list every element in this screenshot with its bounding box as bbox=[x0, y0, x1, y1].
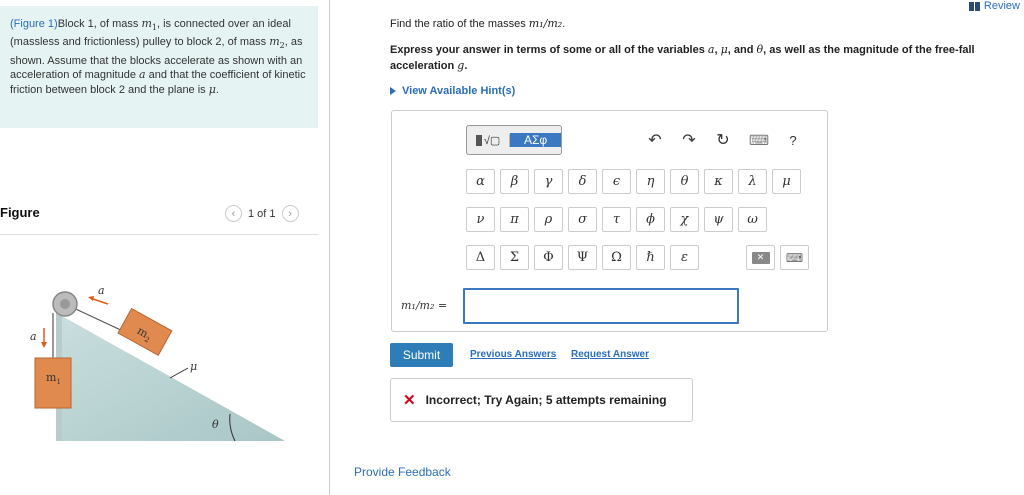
answer-label: m₁/m₂ = bbox=[401, 299, 448, 312]
close-x-icon: ✕ bbox=[403, 392, 416, 409]
triangle-right-icon bbox=[390, 87, 396, 95]
symbol-tau[interactable]: τ bbox=[602, 207, 631, 232]
figure-title: Figure bbox=[0, 205, 40, 220]
pulley-icon bbox=[52, 291, 78, 317]
answer-input[interactable] bbox=[463, 288, 739, 324]
question-instructions: Express your answer in terms of some or … bbox=[390, 43, 975, 72]
symbol-capital-sigma[interactable]: Σ bbox=[500, 245, 529, 270]
keyboard-icon[interactable]: ⌨ bbox=[748, 125, 770, 155]
symbol-capital-omega[interactable]: Ω bbox=[602, 245, 631, 270]
symbol-capital-psi[interactable]: Ψ bbox=[568, 245, 597, 270]
undo-icon[interactable]: ↶ bbox=[644, 125, 666, 155]
figure-header: Figure ‹ 1 of 1 › bbox=[0, 203, 318, 235]
symbol-nu[interactable]: ν bbox=[466, 207, 495, 232]
submit-button[interactable]: Submit bbox=[390, 343, 453, 367]
symbol-sigma[interactable]: σ bbox=[568, 207, 597, 232]
figure-link[interactable]: (Figure 1) bbox=[10, 18, 58, 30]
symbol-rho[interactable]: ρ bbox=[534, 207, 563, 232]
template-symbol-switch: √▢ ΑΣφ bbox=[466, 125, 562, 155]
symbol-gamma[interactable]: γ bbox=[534, 169, 563, 194]
incline-pulley-diagram: m2 m1 a a μ θ bbox=[30, 284, 285, 442]
symbol-epsilon[interactable]: ϵ bbox=[602, 169, 631, 194]
view-hints-toggle[interactable]: View Available Hint(s) bbox=[390, 85, 515, 97]
problem-text-1: Block 1, of mass bbox=[57, 18, 142, 30]
label-m1: m bbox=[46, 371, 57, 384]
var-m1: m1 bbox=[141, 17, 157, 33]
incline-plane bbox=[62, 316, 285, 441]
templates-button[interactable]: √▢ bbox=[467, 133, 511, 147]
symbol-beta[interactable]: β bbox=[500, 169, 529, 194]
symbol-lambda[interactable]: λ bbox=[738, 169, 767, 194]
hints-label: View Available Hint(s) bbox=[402, 85, 516, 97]
symbol-alpha[interactable]: α bbox=[466, 169, 495, 194]
provide-feedback-link[interactable]: Provide Feedback bbox=[354, 465, 451, 479]
backspace-icon[interactable]: ✕ bbox=[746, 245, 775, 270]
symbol-eta[interactable]: η bbox=[636, 169, 665, 194]
symbol-row-2: ν π ρ σ τ ϕ χ ψ ω bbox=[466, 207, 767, 232]
problem-statement: (Figure 1)Block 1, of mass m1, is connec… bbox=[0, 6, 318, 128]
symbol-row-1: α β γ δ ϵ η θ κ λ μ bbox=[466, 169, 801, 194]
review-icon bbox=[968, 1, 980, 11]
var-m2: m2 bbox=[269, 35, 285, 51]
answer-panel: √▢ ΑΣφ ↶ ↷ ↻ ⌨ ? α β γ δ ϵ η θ κ λ μ ν π… bbox=[391, 110, 828, 332]
redo-icon[interactable]: ↷ bbox=[678, 125, 700, 155]
symbol-mu[interactable]: μ bbox=[772, 169, 801, 194]
math-toolbar: √▢ ΑΣφ ↶ ↷ ↻ ⌨ ? bbox=[466, 125, 806, 157]
help-icon[interactable]: ? bbox=[782, 125, 804, 155]
reset-icon[interactable]: ↻ bbox=[712, 125, 734, 155]
symbol-hbar[interactable]: ℏ bbox=[636, 245, 665, 270]
symbol-omega[interactable]: ω bbox=[738, 207, 767, 232]
symbols-button[interactable]: ΑΣφ bbox=[510, 133, 561, 147]
symbol-row-3: Δ Σ Φ Ψ Ω ℏ ε ✕ ⌨ bbox=[466, 245, 809, 270]
review-label: Review bbox=[983, 0, 1020, 12]
prompt-ratio: m₁/m₂ bbox=[528, 17, 563, 30]
request-answer-link[interactable]: Request Answer bbox=[571, 349, 649, 360]
symbol-kappa[interactable]: κ bbox=[704, 169, 733, 194]
incorrect-feedback: ✕ Incorrect; Try Again; 5 attempts remai… bbox=[390, 378, 693, 422]
symbol-psi[interactable]: ψ bbox=[704, 207, 733, 232]
symbol-delta[interactable]: δ bbox=[568, 169, 597, 194]
label-mu: μ bbox=[190, 360, 197, 373]
label-a-top: a bbox=[98, 284, 105, 297]
panel-divider bbox=[329, 0, 330, 495]
symbol-capital-phi[interactable]: Φ bbox=[534, 245, 563, 270]
block-2: m2 bbox=[117, 307, 173, 356]
label-a-left: a bbox=[30, 330, 37, 343]
chevron-left-icon[interactable]: ‹ bbox=[225, 205, 242, 222]
problem-text-5: . bbox=[215, 83, 219, 96]
var-mu: μ bbox=[208, 82, 216, 96]
symbol-theta[interactable]: θ bbox=[670, 169, 699, 194]
keyboard-toggle-icon[interactable]: ⌨ bbox=[780, 245, 809, 270]
chevron-right-icon[interactable]: › bbox=[281, 205, 299, 222]
label-theta: θ bbox=[212, 418, 219, 431]
symbol-chi[interactable]: χ bbox=[670, 207, 699, 232]
feedback-message: Incorrect; Try Again; 5 attempts remaini… bbox=[425, 393, 667, 407]
symbol-phi[interactable]: ϕ bbox=[636, 207, 665, 232]
symbol-pi[interactable]: π bbox=[500, 207, 529, 232]
symbol-capital-delta[interactable]: Δ bbox=[466, 245, 495, 270]
review-link[interactable]: Review bbox=[968, 0, 1020, 12]
figure-pagination: ‹ 1 of 1 › bbox=[225, 205, 299, 222]
symbol-varepsilon[interactable]: ε bbox=[670, 245, 699, 270]
previous-answers-link[interactable]: Previous Answers bbox=[470, 349, 556, 360]
question-prompt: Find the ratio of the masses m₁/m₂. bbox=[390, 17, 566, 30]
figure-page-count: 1 of 1 bbox=[248, 207, 276, 220]
